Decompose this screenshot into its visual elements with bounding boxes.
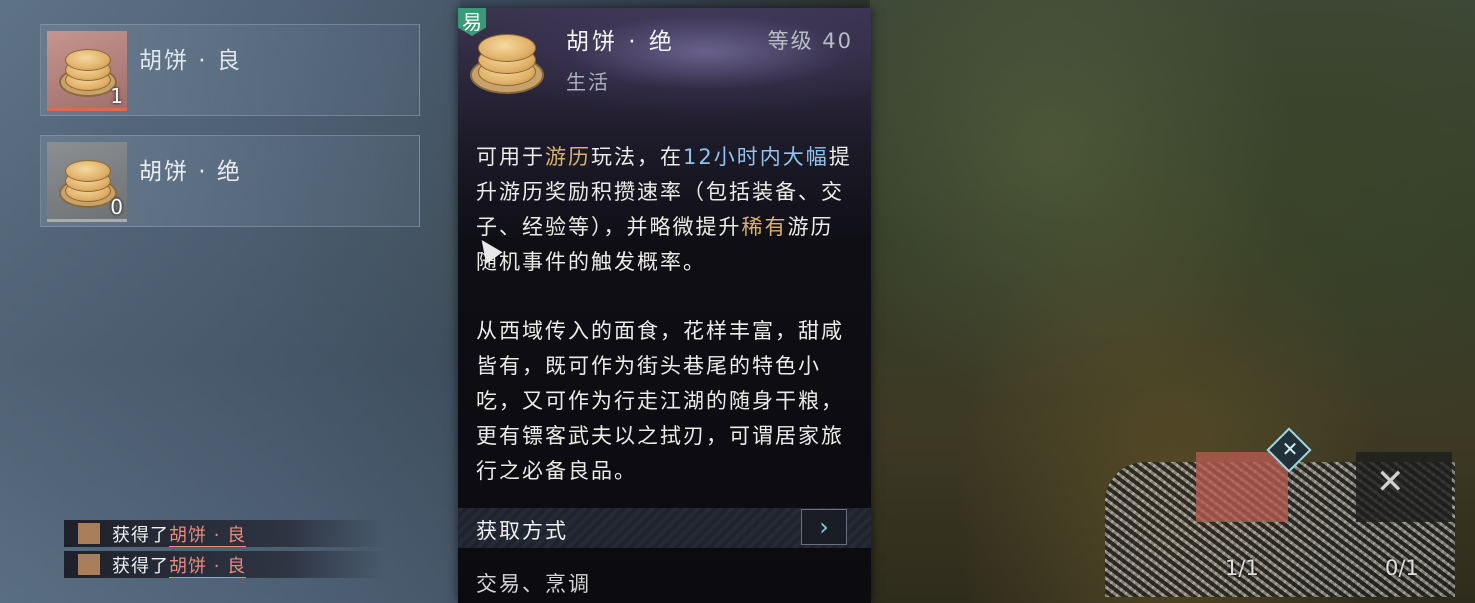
tooltip-level: 等级 40 bbox=[767, 29, 853, 53]
description-effect: 可用于游历玩法，在12小时内大幅提升游历奖励积攒速率（包括装备、交子、经验等），… bbox=[476, 145, 852, 274]
item-thumbnail: 0 bbox=[47, 142, 127, 222]
close-icon: ✕ bbox=[1281, 437, 1299, 461]
description-lore: 从西域传入的面食，花样丰富，甜咸皆有，既可作为街头巷尾的特色小吃，又可作为行走江… bbox=[476, 319, 844, 483]
item-count: 1 bbox=[110, 84, 123, 108]
loot-text: 获得了胡饼 · 良 bbox=[112, 556, 247, 578]
item-card-hubing-liang[interactable]: 1 胡饼 · 良 bbox=[40, 24, 420, 116]
pancake-icon bbox=[78, 523, 100, 544]
acquisition-expand-button[interactable]: › bbox=[801, 509, 847, 545]
pancake-icon bbox=[470, 28, 544, 94]
hud-slot-count: 1/1 bbox=[1225, 556, 1259, 580]
item-name: 胡饼 · 良 bbox=[139, 48, 242, 74]
acquisition-methods: 交易、烹调 bbox=[476, 572, 591, 596]
chevron-right-icon: › bbox=[819, 513, 829, 541]
hud-item-slot[interactable] bbox=[1196, 452, 1288, 522]
loot-notification: 获得了胡饼 · 良 bbox=[64, 551, 384, 578]
crossed-swords-icon: ✕ bbox=[1376, 462, 1405, 502]
item-thumbnail: 1 bbox=[47, 31, 127, 111]
item-tooltip: 易 胡饼 · 绝 等级 40 生活 可用于游历玩法，在12小时内大幅提升游历奖励… bbox=[458, 8, 871, 603]
item-name: 胡饼 · 绝 bbox=[139, 159, 242, 185]
tooltip-item-name: 胡饼 · 绝 bbox=[566, 29, 675, 55]
tooltip-description: 可用于游历玩法，在12小时内大幅提升游历奖励积攒速率（包括装备、交子、经验等），… bbox=[476, 140, 854, 523]
acquisition-section: 获取方式 › bbox=[458, 508, 871, 548]
pancake-icon bbox=[78, 554, 100, 575]
pancake-icon bbox=[59, 156, 117, 208]
tooltip-category: 生活 bbox=[566, 70, 610, 94]
acquisition-label: 获取方式 bbox=[476, 519, 568, 543]
item-card-hubing-jue[interactable]: 0 胡饼 · 绝 bbox=[40, 135, 420, 227]
item-count: 0 bbox=[110, 195, 123, 219]
hud-slot-count: 0/1 bbox=[1385, 556, 1419, 580]
pancake-icon bbox=[59, 45, 117, 97]
loot-text: 获得了胡饼 · 良 bbox=[112, 525, 247, 547]
loot-notification: 获得了胡饼 · 良 bbox=[64, 520, 384, 547]
